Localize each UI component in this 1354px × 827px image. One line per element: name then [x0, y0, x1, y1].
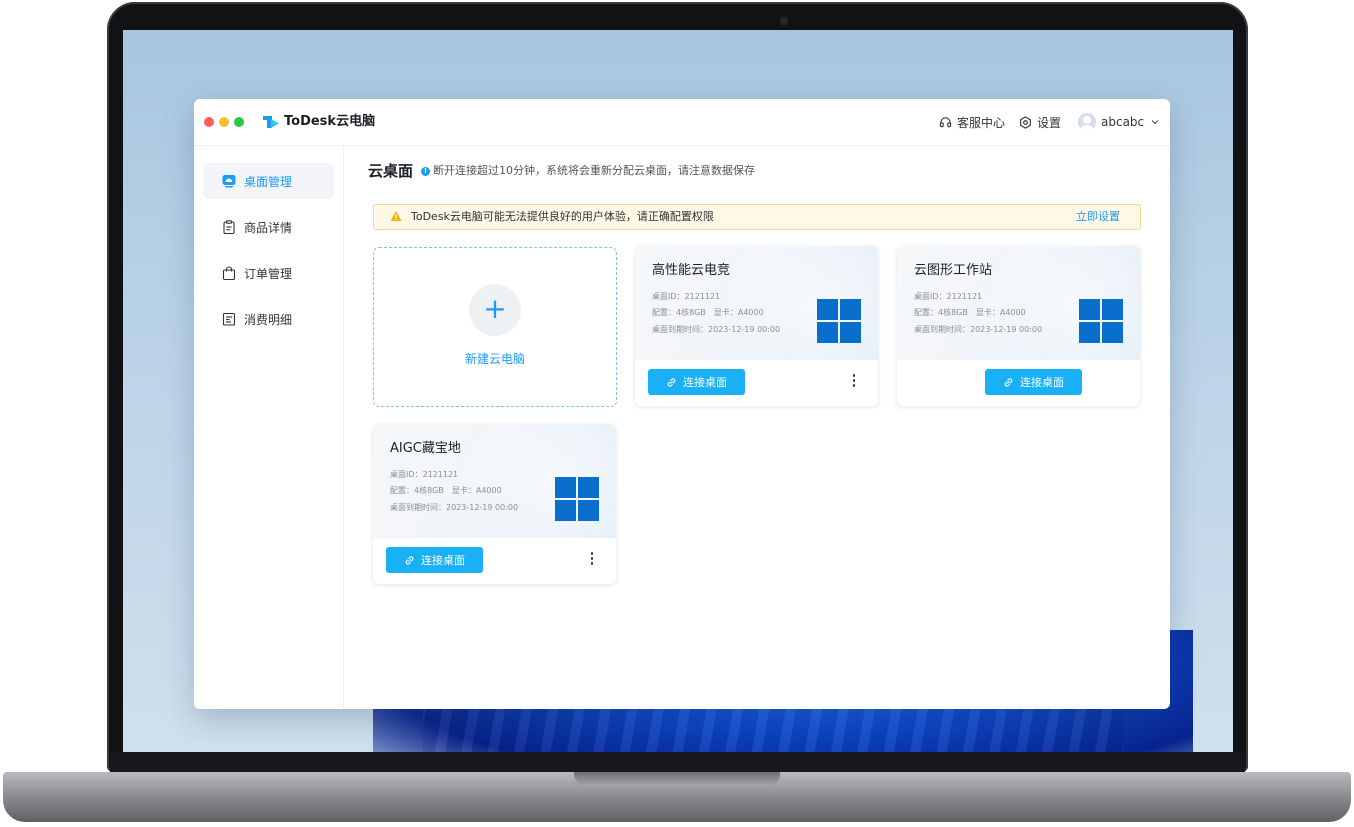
card-title: 高性能云电竞 — [652, 263, 731, 278]
sidebar: 桌面管理 商品详情 订单管理 消费明细 — [194, 146, 344, 709]
desktop-id: 桌面ID：2121121 — [914, 292, 983, 301]
sidebar-item-product-details[interactable]: 商品详情 — [203, 209, 334, 245]
new-cloud-pc-label: 新建云电脑 — [464, 352, 525, 366]
plus-icon: + — [469, 284, 521, 336]
connect-desktop-label: 连接桌面 — [1020, 376, 1064, 389]
page-note: 断开连接超过10分钟，系统将会重新分配云桌面，请注意数据保存 — [433, 164, 755, 177]
username: abcabc — [1101, 115, 1145, 129]
todesk-logo-icon — [263, 116, 279, 128]
windows-logo-icon — [555, 477, 599, 521]
link-icon — [1004, 377, 1013, 387]
laptop-notch — [574, 772, 780, 786]
minimize-window-button[interactable] — [219, 117, 229, 127]
windows-logo-icon — [1079, 299, 1123, 343]
cloud-pc-card: 云图形工作站 桌面ID：2121121 配置：4核8GB 显卡：A4000 桌面… — [897, 246, 1140, 406]
page-title: 云桌面 — [368, 162, 414, 180]
title-bar: ToDesk云电脑 客服中心 设置 abcabc — [194, 99, 1170, 146]
app-brand: ToDesk云电脑 — [284, 114, 376, 129]
gear-icon — [1020, 115, 1031, 129]
settings-button[interactable]: 设置 — [1019, 111, 1061, 133]
avatar — [1078, 113, 1096, 131]
warning-icon — [390, 211, 402, 221]
cloud-pc-card: 高性能云电竞 桌面ID：2121121 配置：4核8GB 显卡：A4000 桌面… — [635, 246, 878, 406]
desktop-config: 配置：4核8GB 显卡：A4000 — [652, 308, 764, 317]
permission-alert: ToDesk云电脑可能无法提供良好的用户体验，请正确配置权限 立即设置 — [373, 204, 1141, 230]
shopping-bag-icon — [222, 266, 236, 280]
settings-label: 设置 — [1037, 115, 1062, 130]
camera — [780, 17, 788, 25]
alert-text: ToDesk云电脑可能无法提供良好的用户体验，请正确配置权限 — [411, 210, 714, 223]
close-window-button[interactable] — [204, 117, 214, 127]
new-cloud-pc-card[interactable]: + 新建云电脑 — [373, 247, 617, 407]
cloud-pc-card: AIGC藏宝地 桌面ID：2121121 配置：4核8GB 显卡：A4000 桌… — [373, 424, 616, 584]
sidebar-item-consumption-details[interactable]: 消费明细 — [203, 301, 334, 337]
headset-icon — [939, 116, 952, 127]
sidebar-item-label: 消费明细 — [244, 312, 293, 327]
cloud-desktop-icon — [222, 175, 236, 188]
info-icon: ! — [421, 167, 430, 176]
desktop-expiry: 桌面到期时间：2023-12-19 00:00 — [914, 325, 1043, 334]
windows-logo-icon — [817, 299, 861, 343]
user-menu[interactable]: abcabc — [1078, 111, 1160, 133]
connect-desktop-label: 连接桌面 — [683, 376, 727, 389]
app-window: ToDesk云电脑 客服中心 设置 abcabc 桌面管理 商品详情 订单管理 … — [194, 99, 1170, 709]
maximize-window-button[interactable] — [234, 117, 244, 127]
sidebar-item-label: 桌面管理 — [244, 174, 293, 189]
desktop-config: 配置：4核8GB 显卡：A4000 — [914, 308, 1026, 317]
setup-now-link[interactable]: 立即设置 — [1076, 209, 1120, 225]
card-title: AIGC藏宝地 — [390, 441, 461, 456]
receipt-icon — [222, 312, 236, 326]
sidebar-item-label: 订单管理 — [244, 266, 293, 281]
sidebar-item-desktop-management[interactable]: 桌面管理 — [203, 163, 334, 199]
chevron-down-icon — [1151, 120, 1159, 125]
sidebar-item-label: 商品详情 — [244, 220, 293, 235]
support-center-label: 客服中心 — [957, 115, 1006, 130]
card-title: 云图形工作站 — [914, 263, 993, 278]
more-options-icon[interactable] — [852, 374, 856, 390]
connect-desktop-button[interactable]: 连接桌面 — [648, 369, 745, 395]
connect-desktop-button[interactable]: 连接桌面 — [386, 547, 483, 573]
desktop-id: 桌面ID：2121121 — [652, 292, 721, 301]
link-icon — [667, 377, 676, 387]
support-center-button[interactable]: 客服中心 — [939, 111, 1005, 133]
connect-desktop-button[interactable]: 连接桌面 — [985, 369, 1082, 395]
sidebar-item-order-management[interactable]: 订单管理 — [203, 255, 334, 291]
more-options-icon[interactable] — [590, 552, 594, 568]
clipboard-icon — [223, 220, 235, 234]
connect-desktop-label: 连接桌面 — [421, 554, 465, 567]
link-icon — [405, 555, 414, 565]
desktop-config: 配置：4核8GB 显卡：A4000 — [390, 486, 502, 495]
desktop-expiry: 桌面到期时间：2023-12-19 00:00 — [390, 503, 519, 512]
desktop-expiry: 桌面到期时间：2023-12-19 00:00 — [652, 325, 781, 334]
desktop-id: 桌面ID：2121121 — [390, 470, 459, 479]
laptop-chin — [110, 752, 1245, 772]
